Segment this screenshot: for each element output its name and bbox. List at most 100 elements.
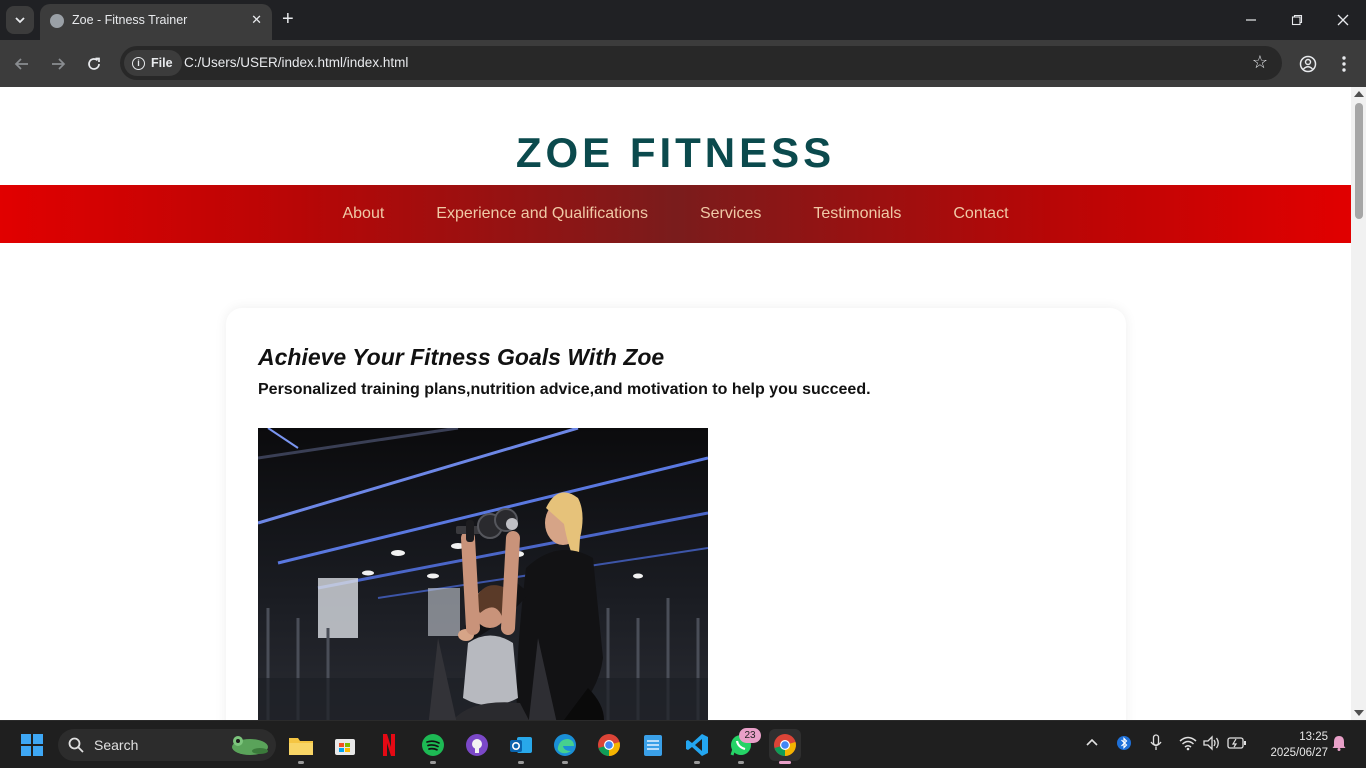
address-bar[interactable]: i File C:/Users/USER/index.html/index.ht…	[120, 46, 1282, 80]
taskbar-vscode[interactable]	[681, 729, 713, 764]
nav-link-contact[interactable]: Contact	[953, 205, 1008, 223]
page-viewport: ZOE FITNESS About Experience and Qualifi…	[0, 87, 1351, 720]
tab-search-menu-button[interactable]	[6, 6, 34, 34]
start-button[interactable]	[16, 729, 48, 761]
show-hidden-icons[interactable]	[1085, 735, 1099, 750]
new-tab-button[interactable]: +	[282, 8, 294, 30]
volume-tray[interactable]	[1203, 735, 1221, 754]
taskbar-outlook[interactable]	[505, 729, 537, 764]
store-icon	[335, 739, 355, 755]
hero-subtitle: Personalized training plans,nutrition ad…	[258, 381, 871, 398]
taskbar-edge[interactable]	[549, 729, 581, 764]
taskbar-file-explorer[interactable]	[285, 729, 317, 764]
nav-link-testimonials[interactable]: Testimonials	[813, 205, 901, 223]
arrow-left-icon	[14, 58, 28, 70]
scrollbar-thumb[interactable]	[1355, 103, 1363, 219]
whatsapp-notification-badge: 23	[739, 728, 761, 743]
spotify-icon	[422, 734, 444, 756]
chrome-icon	[598, 734, 620, 756]
frog-highlight-icon	[232, 736, 268, 755]
url-text[interactable]: C:/Users/USER/index.html/index.html	[184, 55, 408, 70]
site-info-chip[interactable]: i File	[124, 50, 182, 76]
active-indicator	[779, 761, 791, 764]
taskbar-store[interactable]	[329, 729, 361, 761]
wifi-icon	[1179, 736, 1197, 751]
github-icon	[466, 734, 488, 756]
active-tab[interactable]: Zoe - Fitness Trainer ✕	[40, 4, 272, 40]
taskbar-notepad[interactable]	[637, 729, 669, 761]
globe-icon	[50, 14, 64, 28]
minimize-button[interactable]	[1236, 8, 1266, 32]
microphone-icon	[1150, 734, 1162, 750]
restore-button[interactable]	[1282, 8, 1312, 32]
search-icon	[68, 737, 84, 753]
windows-logo-icon	[21, 734, 43, 756]
profile-button[interactable]	[1296, 52, 1320, 76]
close-icon	[1337, 14, 1349, 26]
chevron-up-icon	[1086, 738, 1098, 746]
main-navigation: About Experience and Qualifications Serv…	[0, 185, 1351, 243]
speaker-icon	[1203, 735, 1219, 751]
taskbar-chrome-active[interactable]	[769, 729, 801, 764]
notifications-tray[interactable]	[1332, 735, 1346, 754]
chevron-down-icon	[15, 17, 25, 24]
taskbar-chrome[interactable]	[593, 729, 625, 761]
vscode-icon	[686, 734, 708, 756]
running-indicator	[430, 761, 436, 764]
more-vertical-icon	[1342, 56, 1346, 72]
nav-link-services[interactable]: Services	[700, 205, 761, 223]
hero-card: Achieve Your Fitness Goals With Zoe Pers…	[226, 308, 1126, 720]
browser-menu-button[interactable]	[1332, 52, 1356, 76]
arrow-right-icon	[52, 58, 66, 70]
file-scheme-label: File	[151, 56, 173, 70]
taskbar-search[interactable]: Search	[58, 729, 276, 761]
forward-button[interactable]	[46, 52, 70, 76]
close-tab-icon[interactable]: ✕	[251, 12, 262, 28]
outlook-icon	[510, 737, 532, 753]
trainer-gym-photo	[258, 428, 708, 720]
running-indicator	[562, 761, 568, 764]
nav-link-about[interactable]: About	[342, 205, 384, 223]
taskbar-github[interactable]	[461, 729, 493, 761]
battery-charging-icon	[1227, 737, 1246, 749]
taskbar-spotify[interactable]	[417, 729, 449, 764]
bell-icon	[1332, 736, 1346, 751]
reload-button[interactable]	[82, 52, 106, 76]
nav-link-experience[interactable]: Experience and Qualifications	[436, 205, 648, 223]
hero-title: Achieve Your Fitness Goals With Zoe	[258, 344, 665, 370]
search-placeholder: Search	[94, 737, 139, 753]
folder-icon	[289, 738, 313, 755]
page-scrollbar[interactable]	[1351, 87, 1366, 720]
battery-tray[interactable]	[1227, 736, 1247, 753]
network-tray[interactable]	[1179, 735, 1197, 754]
minimize-icon	[1246, 19, 1256, 21]
bluetooth-tray[interactable]	[1117, 734, 1131, 755]
bluetooth-icon	[1117, 736, 1131, 750]
microphone-tray[interactable]	[1149, 734, 1163, 755]
system-clock[interactable]: 13:25 2025/06/27	[1258, 729, 1328, 761]
site-brand: ZOE FITNESS	[515, 129, 836, 176]
bookmark-star-icon[interactable]: ☆	[1252, 52, 1268, 73]
restore-icon	[1291, 14, 1303, 26]
chrome-icon	[774, 734, 796, 756]
clock-date: 2025/06/27	[1270, 747, 1328, 759]
tab-title: Zoe - Fitness Trainer	[72, 13, 188, 27]
scroll-down-icon[interactable]	[1354, 710, 1364, 716]
notepad-icon	[644, 735, 662, 756]
info-icon: i	[132, 56, 145, 70]
gym-photo-illustration	[258, 428, 708, 720]
running-indicator	[694, 761, 700, 764]
clock-time: 13:25	[1299, 731, 1328, 743]
back-button[interactable]	[10, 52, 34, 76]
browser-toolbar: i File C:/Users/USER/index.html/index.ht…	[0, 40, 1366, 87]
running-indicator	[518, 761, 524, 764]
netflix-icon	[383, 734, 395, 756]
reload-icon	[88, 57, 100, 70]
windows-taskbar: Search 23 13:25 2025/06/27	[0, 720, 1366, 768]
scroll-up-icon[interactable]	[1354, 91, 1364, 97]
edge-icon	[554, 734, 576, 756]
close-window-button[interactable]	[1328, 8, 1358, 32]
running-indicator	[738, 761, 744, 764]
taskbar-netflix[interactable]	[373, 729, 405, 761]
browser-tab-bar: Zoe - Fitness Trainer ✕ +	[0, 0, 1366, 40]
